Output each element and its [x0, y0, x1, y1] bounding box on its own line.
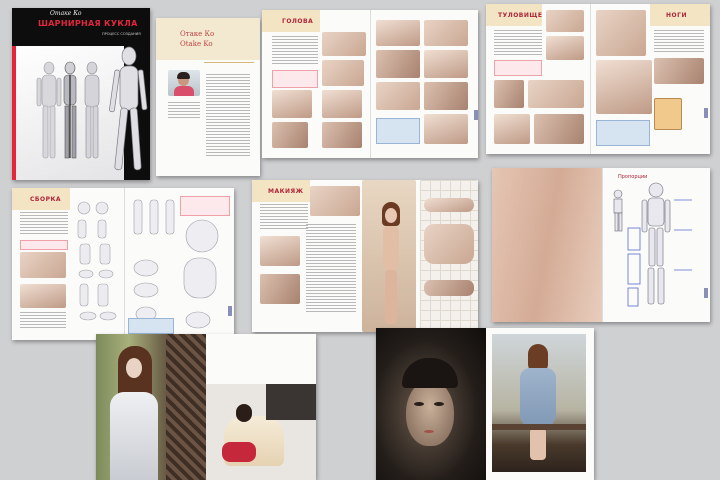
spread-assembly: СБОРКА	[12, 188, 234, 340]
assembly-intro-text	[20, 212, 68, 236]
assembly-photo-2	[20, 284, 66, 308]
photo-2-lips	[424, 430, 434, 433]
author-photo-hair	[177, 72, 190, 79]
makeup-photo-3	[260, 274, 300, 304]
body-photo-3	[494, 80, 524, 108]
legs-note-box	[596, 120, 650, 146]
body-photo-6	[534, 114, 584, 144]
body-photo-2	[546, 36, 584, 60]
photo-1-doll-face	[126, 358, 142, 378]
head-note-box	[376, 118, 420, 144]
head-photo-6	[322, 122, 362, 148]
body-photo-8	[596, 60, 652, 114]
assembly-gutter	[124, 188, 125, 340]
photo-2-eye-left	[414, 402, 424, 406]
author-name-ru: Отаке Ко	[180, 30, 215, 38]
head-tools-box	[272, 70, 318, 88]
photo-2-window-sill	[492, 424, 586, 430]
author-rule	[204, 62, 254, 63]
assembly-page-tab	[228, 306, 232, 316]
assembly-tools-box	[20, 240, 68, 250]
spread-head: ГОЛОВА	[262, 10, 478, 158]
photo-2-doll-legs	[530, 428, 546, 460]
head-photo-10	[424, 50, 468, 78]
legs-photo-1	[654, 58, 704, 84]
proportions-skeleton-diagram	[613, 182, 692, 307]
author-name-en: Otake Ko	[180, 40, 213, 48]
author-header-band	[156, 18, 260, 60]
author-bio-text	[206, 74, 250, 158]
legs-chart	[654, 98, 682, 130]
cover-spine-strip	[12, 46, 16, 180]
book-cover: Отаке Ко ШАРНИРНАЯ КУКЛА ПРОЦЕСС СОЗДАНИ…	[12, 8, 150, 180]
head-photo-9	[376, 50, 420, 78]
makeup-doll-legs	[385, 270, 397, 324]
spread-body-legs: ТУЛОВИЩЕ НОГИ	[486, 4, 710, 154]
head-photo-3	[272, 122, 308, 148]
photo-1-doll2-hair	[236, 404, 252, 422]
photo-2-face	[406, 380, 454, 446]
body-photo-4	[528, 80, 584, 108]
makeup-photo-1	[310, 186, 360, 216]
body-title: ТУЛОВИЩЕ	[498, 12, 543, 19]
head-title: ГОЛОВА	[282, 18, 314, 25]
head-page-tab	[474, 110, 478, 120]
body-intro-text	[494, 30, 542, 56]
assembly-photo-1	[20, 252, 66, 278]
author-caption-text	[168, 102, 200, 120]
author-photo-shirt	[174, 86, 194, 96]
photo-1-dark-strip	[266, 384, 316, 420]
makeup-doll-body	[383, 226, 399, 270]
head-photo-7	[376, 20, 420, 46]
head-photo-5	[322, 90, 362, 118]
makeup-arm-upper	[424, 198, 474, 212]
makeup-arm-lower	[424, 280, 474, 296]
photo-1-lattice	[166, 334, 206, 480]
photo-2-eye-right	[434, 402, 444, 406]
head-photo-1	[322, 32, 366, 56]
photo-1-doll-dress	[110, 392, 158, 480]
assembly-note-box	[128, 318, 174, 334]
cover-doll-figures	[36, 46, 148, 171]
head-photo-13	[424, 114, 468, 144]
assembly-parts-diagram	[77, 201, 117, 321]
makeup-doll-face	[385, 208, 397, 223]
body-gutter	[590, 4, 591, 154]
head-photo-4	[322, 60, 364, 86]
legs-intro-text	[654, 30, 704, 54]
body-photo-5	[494, 114, 530, 144]
makeup-torso-part	[424, 224, 474, 264]
spread-makeup: МАКИЯЖ	[252, 180, 478, 332]
head-photo-8	[424, 20, 468, 46]
assembly-title: СБОРКА	[30, 196, 62, 203]
assembly-warning-box	[180, 196, 230, 216]
photo-spread-2	[376, 328, 594, 480]
body-photo-1	[546, 10, 584, 32]
photo-spread-1	[96, 334, 316, 480]
head-intro-text	[272, 36, 318, 66]
spread-proportions: Пропорции	[492, 168, 710, 322]
author-page: Отаке Ко Otake Ko	[156, 18, 260, 176]
makeup-intro-text	[260, 204, 308, 230]
photo-1-red-sleeve	[222, 442, 256, 462]
page: { "cover": { "author": "Отаке Ко", "titl…	[0, 0, 720, 480]
proportions-back-photo	[492, 168, 602, 322]
body-page-tab	[704, 108, 708, 118]
body-tools-box	[494, 60, 542, 76]
head-photo-11	[376, 82, 420, 110]
head-photo-2	[272, 90, 312, 118]
makeup-step-text	[306, 224, 356, 314]
legs-title: НОГИ	[666, 12, 687, 19]
makeup-photo-2	[260, 236, 300, 266]
makeup-title: МАКИЯЖ	[268, 188, 304, 195]
proportions-page-tab	[704, 288, 708, 298]
photo-2-doll-dress	[520, 368, 556, 430]
head-photo-12	[424, 82, 468, 110]
body-photo-7	[596, 10, 646, 56]
head-gutter	[370, 10, 371, 158]
assembly-step-text	[20, 312, 66, 330]
proportions-gutter	[602, 168, 603, 322]
